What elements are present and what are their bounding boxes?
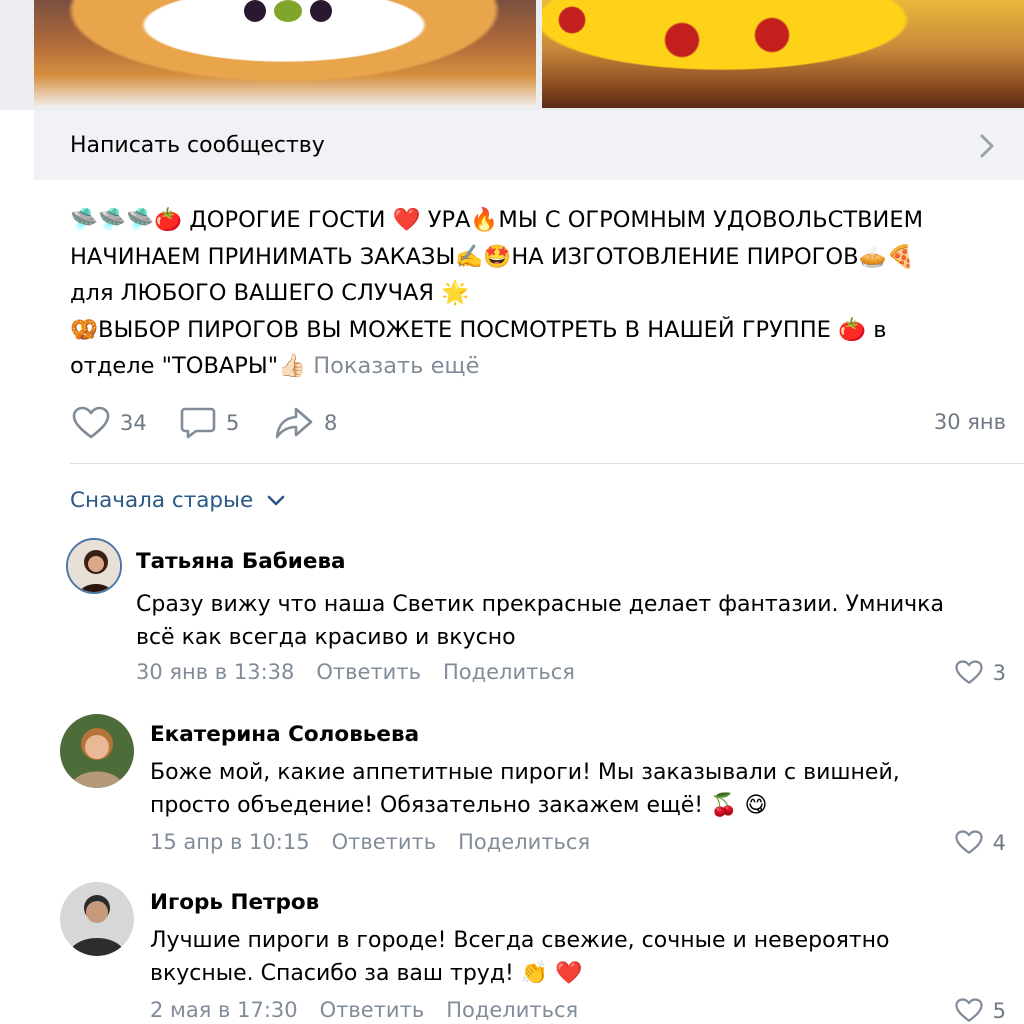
post-photo-cherry-pie[interactable]	[542, 0, 1024, 108]
comment-text-line: вкусные. Спасибо за ваш труд! 👏 ❤️	[150, 961, 583, 986]
divider	[70, 463, 1024, 464]
heart-icon	[72, 406, 110, 439]
post-text: 🛸🛸🛸🍅 ДОРОГИЕ ГОСТИ ❤️ УРА🔥МЫ С ОГРОМНЫМ …	[70, 202, 1000, 385]
heart-icon	[955, 998, 983, 1022]
avatar-image	[60, 882, 134, 956]
post-date: 30 янв	[933, 410, 1006, 434]
comment-time[interactable]: 15 апр в 10:15	[150, 830, 310, 854]
comment-text-line: Боже мой, какие аппетитные пироги! Мы за…	[150, 760, 900, 785]
photo-strip	[0, 0, 1024, 110]
comment-text: Сразу вижу что наша Светик прекрасные де…	[136, 588, 996, 654]
share-comment-button[interactable]: Поделиться	[446, 998, 578, 1022]
post-text-line: для ЛЮБОГО ВАШЕГО СЛУЧАЯ 🌟	[70, 280, 470, 306]
post-photo-fruit-pie[interactable]	[34, 0, 536, 108]
comment-text-line: Лучшие пироги в городе! Всегда свежие, с…	[150, 928, 890, 953]
share-icon	[275, 407, 313, 439]
share-button[interactable]: 8	[274, 406, 337, 440]
comment-author[interactable]: Екатерина Соловьева	[150, 722, 419, 747]
comment-like-button[interactable]: 4	[955, 830, 1006, 855]
heart-icon	[955, 830, 983, 854]
comment-like-button[interactable]: 3	[955, 660, 1006, 685]
comment-like-button[interactable]: 5	[955, 998, 1006, 1023]
post-text-line: НАЧИНАЕМ ПРИНИМАТЬ ЗАКАЗЫ✍️🤩НА ИЗГОТОВЛЕ…	[70, 243, 915, 270]
comment-button[interactable]: 5	[180, 406, 239, 440]
show-more-link[interactable]: Показать ещё	[313, 353, 479, 379]
comment-text-line: Сразу вижу что наша Светик прекрасные де…	[136, 592, 944, 617]
share-comment-button[interactable]: Поделиться	[458, 830, 590, 854]
avatar[interactable]	[60, 714, 134, 788]
share-comment-button[interactable]: Поделиться	[443, 660, 575, 684]
reply-button[interactable]: Ответить	[320, 998, 425, 1022]
post-text-line: 🛸🛸🛸🍅 ДОРОГИЕ ГОСТИ ❤️ УРА🔥МЫ С ОГРОМНЫМ …	[70, 207, 924, 233]
reply-button[interactable]: Ответить	[316, 660, 421, 684]
berry-shape	[244, 0, 266, 22]
avatar-image	[60, 714, 134, 788]
avatar[interactable]	[66, 538, 122, 594]
comment-likes-count: 4	[992, 830, 1006, 855]
comment-time[interactable]: 2 мая в 17:30	[150, 998, 298, 1022]
comment-time[interactable]: 30 янв в 13:38	[136, 660, 294, 684]
heart-icon	[955, 660, 983, 684]
sort-label: Сначала старые	[70, 488, 254, 513]
likes-count: 34	[120, 411, 147, 435]
reply-button[interactable]: Ответить	[332, 830, 437, 854]
chevron-down-icon	[267, 495, 285, 505]
avatar[interactable]	[60, 882, 134, 956]
avatar-image	[68, 540, 120, 592]
comment-meta: 2 мая в 17:30 Ответить Поделиться	[150, 998, 578, 1022]
comment-text-line: просто объедение! Обязательно закажем ещ…	[150, 793, 768, 818]
comment-meta: 30 янв в 13:38 Ответить Поделиться	[136, 660, 575, 684]
comment-likes-count: 5	[992, 998, 1006, 1023]
post-text-tail: отделе "ТОВАРЫ"👍🏻	[70, 353, 307, 379]
shares-count: 8	[324, 411, 338, 435]
comments-sort-dropdown[interactable]: Сначала старые	[70, 488, 285, 513]
comment-author[interactable]: Игорь Петров	[150, 890, 319, 915]
post-actions: 34 5 8 30 янв	[72, 402, 1010, 444]
post-text-line: 🥨ВЫБОР ПИРОГОВ ВЫ МОЖЕТЕ ПОСМОТРЕТЬ В НА…	[70, 316, 887, 343]
comment-text-line: всё как всегда красиво и вкусно	[136, 625, 516, 650]
comment-meta: 15 апр в 10:15 Ответить Поделиться	[150, 830, 590, 854]
like-button[interactable]: 34	[72, 406, 147, 440]
chevron-right-icon	[980, 134, 994, 158]
write-to-community-button[interactable]: Написать сообществу	[34, 110, 1024, 180]
comment-text: Лучшие пироги в городе! Всегда свежие, с…	[150, 924, 1010, 990]
berry-shape	[310, 0, 332, 22]
kiwi-shape	[274, 0, 302, 22]
comment-icon	[180, 407, 216, 439]
comment-likes-count: 3	[992, 660, 1006, 685]
photo-decoration	[244, 0, 364, 40]
write-to-community-label: Написать сообществу	[70, 132, 325, 158]
comments-count: 5	[226, 411, 240, 435]
post-text-line-last: отделе "ТОВАРЫ"👍🏻 Показать ещё	[70, 348, 1000, 385]
comment-text: Боже мой, какие аппетитные пироги! Мы за…	[150, 756, 1010, 822]
comment-author[interactable]: Татьяна Бабиева	[136, 549, 346, 574]
